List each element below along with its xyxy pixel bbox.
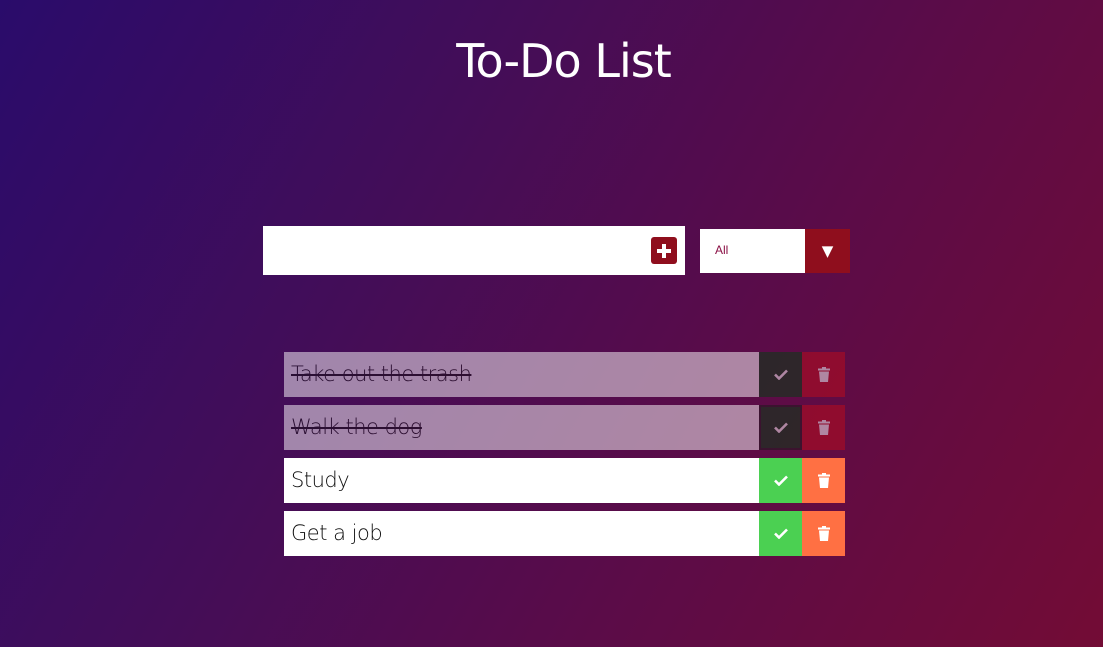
todo-item: Walk the dog — [284, 405, 845, 450]
check-icon — [773, 475, 788, 486]
check-icon — [773, 528, 788, 539]
page-title: To-Do List — [456, 34, 671, 88]
filter-selected-value: All — [715, 243, 729, 257]
complete-button[interactable] — [759, 458, 802, 503]
delete-button[interactable] — [802, 352, 845, 397]
trash-icon — [817, 473, 830, 488]
plus-icon — [657, 243, 671, 258]
todo-input[interactable] — [263, 226, 643, 275]
delete-button[interactable] — [802, 405, 845, 450]
trash-icon — [817, 420, 830, 435]
add-todo-form — [263, 226, 685, 275]
todo-text: Walk the dog — [284, 405, 759, 450]
complete-button[interactable] — [759, 352, 802, 397]
todo-item: Get a job — [284, 511, 845, 556]
complete-button[interactable] — [759, 405, 802, 450]
trash-icon — [817, 367, 830, 382]
filter-select[interactable]: All ▼ — [700, 229, 850, 273]
add-todo-button[interactable] — [651, 237, 677, 264]
complete-button[interactable] — [759, 511, 802, 556]
trash-icon — [817, 526, 830, 541]
delete-button[interactable] — [802, 511, 845, 556]
todo-item: Take out the trash — [284, 352, 845, 397]
todo-text: Take out the trash — [284, 352, 759, 397]
todo-item: Study — [284, 458, 845, 503]
todo-list: Take out the trash Walk the dog Study Ge… — [284, 352, 845, 564]
chevron-down-icon[interactable]: ▼ — [805, 229, 850, 273]
todo-text: Get a job — [291, 521, 383, 545]
check-icon — [773, 422, 788, 433]
check-icon — [773, 369, 788, 380]
todo-text: Study — [291, 468, 350, 492]
delete-button[interactable] — [802, 458, 845, 503]
